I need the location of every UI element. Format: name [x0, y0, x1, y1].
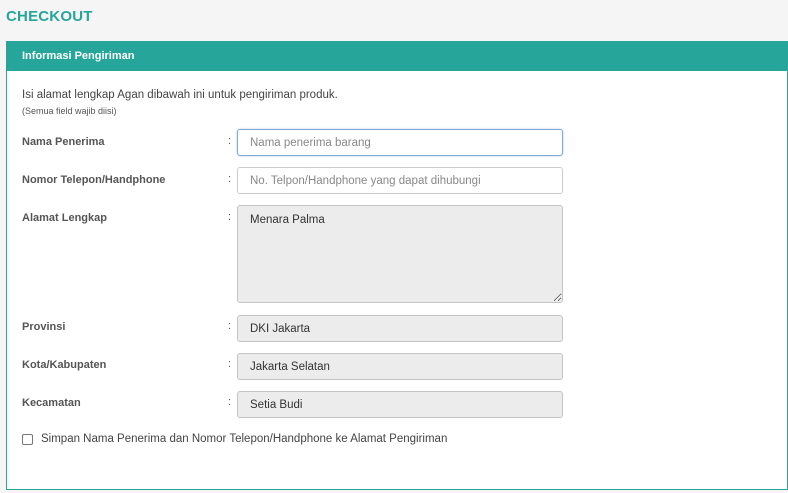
- recipient-name-label: Nama Penerima: [22, 136, 105, 148]
- save-address-checkbox[interactable]: [22, 433, 33, 445]
- save-address-label[interactable]: Simpan Nama Penerima dan Nomor Telepon/H…: [41, 433, 447, 445]
- province-label: Provinsi: [22, 321, 66, 333]
- intro-text: Isi alamat lengkap Agan dibawah ini untu…: [22, 89, 338, 101]
- separator-colon: :: [228, 320, 232, 332]
- address-label: Alamat Lengkap: [22, 212, 107, 224]
- save-address-row[interactable]: Simpan Nama Penerima dan Nomor Telepon/H…: [22, 433, 447, 445]
- phone-label: Nomor Telepon/Handphone: [22, 174, 166, 186]
- district-field[interactable]: [237, 391, 563, 418]
- district-label: Kecamatan: [22, 397, 81, 409]
- separator-colon: :: [228, 173, 232, 185]
- required-note: (Semua field wajib diisi): [22, 106, 117, 116]
- phone-input[interactable]: [237, 167, 563, 194]
- separator-colon: :: [228, 358, 232, 370]
- separator-colon: :: [228, 211, 232, 223]
- panel-header: Informasi Pengiriman: [7, 42, 787, 71]
- separator-colon: :: [228, 135, 232, 147]
- province-field[interactable]: [237, 315, 563, 342]
- city-field[interactable]: [237, 353, 563, 380]
- city-label: Kota/Kabupaten: [22, 359, 107, 371]
- recipient-name-input[interactable]: [237, 129, 563, 156]
- page-title: CHECKOUT: [6, 8, 93, 25]
- shipping-info-panel: Informasi Pengiriman Isi alamat lengkap …: [6, 41, 788, 490]
- separator-colon: :: [228, 396, 232, 408]
- address-textarea[interactable]: Menara Palma: [237, 205, 563, 303]
